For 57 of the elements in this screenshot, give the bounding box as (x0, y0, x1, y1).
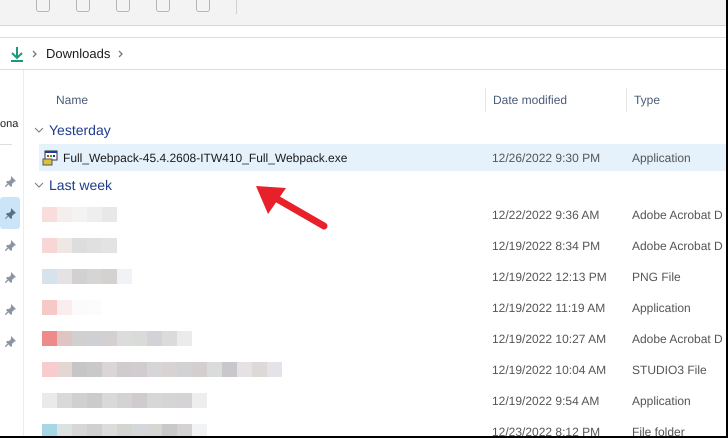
file-row[interactable]: 12/23/2022 8:12 PM File folder (39, 416, 726, 436)
chevron-icon[interactable] (34, 180, 44, 190)
type-cell-text: Adobe Acrobat D (632, 238, 724, 254)
sidebar-label[interactable]: ona (0, 114, 18, 134)
toolbar-icon[interactable] (76, 0, 90, 12)
type-cell-text: Application (632, 392, 692, 410)
pin-icon (4, 272, 16, 282)
type-cell-text: Adobe Acrobat D (632, 206, 724, 224)
type-cell-text: Adobe Acrobat D (632, 330, 724, 348)
file-row[interactable]: 12/19/2022 12:13 PM PNG File (39, 261, 726, 292)
column-header[interactable]: Type (634, 91, 660, 109)
group-label: Yesterday (49, 120, 111, 140)
date-cell-text: 12/19/2022 10:04 AM (491, 362, 608, 378)
file-row[interactable]: 12/19/2022 11:19 AM Application (39, 292, 726, 323)
chevron-icon[interactable] (118, 50, 124, 58)
column-header[interactable]: Date modified (493, 91, 568, 109)
toolbar-icon[interactable] (156, 0, 170, 12)
group-label: Last week (49, 176, 112, 194)
pin-icon (4, 176, 16, 186)
type-cell-text: STUDIO3 File (632, 362, 708, 378)
file-row[interactable]: 12/19/2022 10:27 AM Adobe Acrobat D (39, 323, 726, 354)
column-header[interactable]: Name (56, 93, 88, 107)
date-cell-text: 12/19/2022 8:34 PM (491, 238, 602, 254)
group-header[interactable]: Yesterday (33, 116, 726, 144)
download-icon (10, 46, 24, 62)
date-cell-text: 12/22/2022 9:36 AM (491, 206, 600, 224)
toolbar-icon[interactable] (116, 0, 130, 12)
file-name: Full_Webpack-45.4.2608-ITW410_Full_Webpack.exe (63, 150, 348, 166)
file-row[interactable]: Full_Webpack-45.4.2608-ITW410_Full_Webpack.exe 12/26/2022 9:30 PM Application (39, 144, 726, 171)
file-row[interactable]: 12/19/2022 9:54 AM Application (39, 385, 726, 416)
group-header[interactable]: Last week (33, 171, 726, 199)
pin-icon (4, 240, 16, 250)
type-cell-text: Application (632, 300, 692, 316)
type-cell-text: File folder (632, 424, 686, 436)
type-cell-text: Application (632, 150, 692, 166)
address-bar[interactable]: Downloads (0, 37, 726, 70)
date-cell-text: 12/26/2022 9:30 PM (491, 150, 602, 166)
chevron-icon[interactable] (32, 50, 38, 58)
pin-icon (4, 336, 16, 346)
toolbar-icon[interactable] (36, 0, 50, 12)
pin-icon (4, 304, 16, 314)
date-cell-text: 12/19/2022 12:13 PM (491, 268, 608, 286)
date-cell-text: 12/19/2022 10:27 AM (491, 330, 608, 348)
arrow-annotation (256, 186, 328, 230)
file-row[interactable]: 12/19/2022 8:34 PM Adobe Acrobat D (39, 230, 726, 261)
chevron-icon[interactable] (34, 125, 44, 135)
installer-icon (42, 150, 58, 166)
file-row[interactable]: 12/19/2022 10:04 AM STUDIO3 File (39, 354, 726, 385)
date-cell-text: 12/23/2022 8:12 PM (491, 424, 602, 436)
sidebar-item[interactable] (0, 197, 20, 229)
pin-icon (4, 208, 16, 218)
date-cell-text: 12/19/2022 9:54 AM (491, 392, 600, 410)
file-row[interactable]: 12/22/2022 9:36 AM Adobe Acrobat D (39, 199, 726, 230)
type-cell-text: PNG File (632, 268, 682, 286)
toolbar-icon[interactable] (196, 0, 210, 12)
date-cell-text: 12/19/2022 11:19 AM (491, 300, 606, 316)
breadcrumb-item[interactable]: Downloads (46, 44, 110, 64)
